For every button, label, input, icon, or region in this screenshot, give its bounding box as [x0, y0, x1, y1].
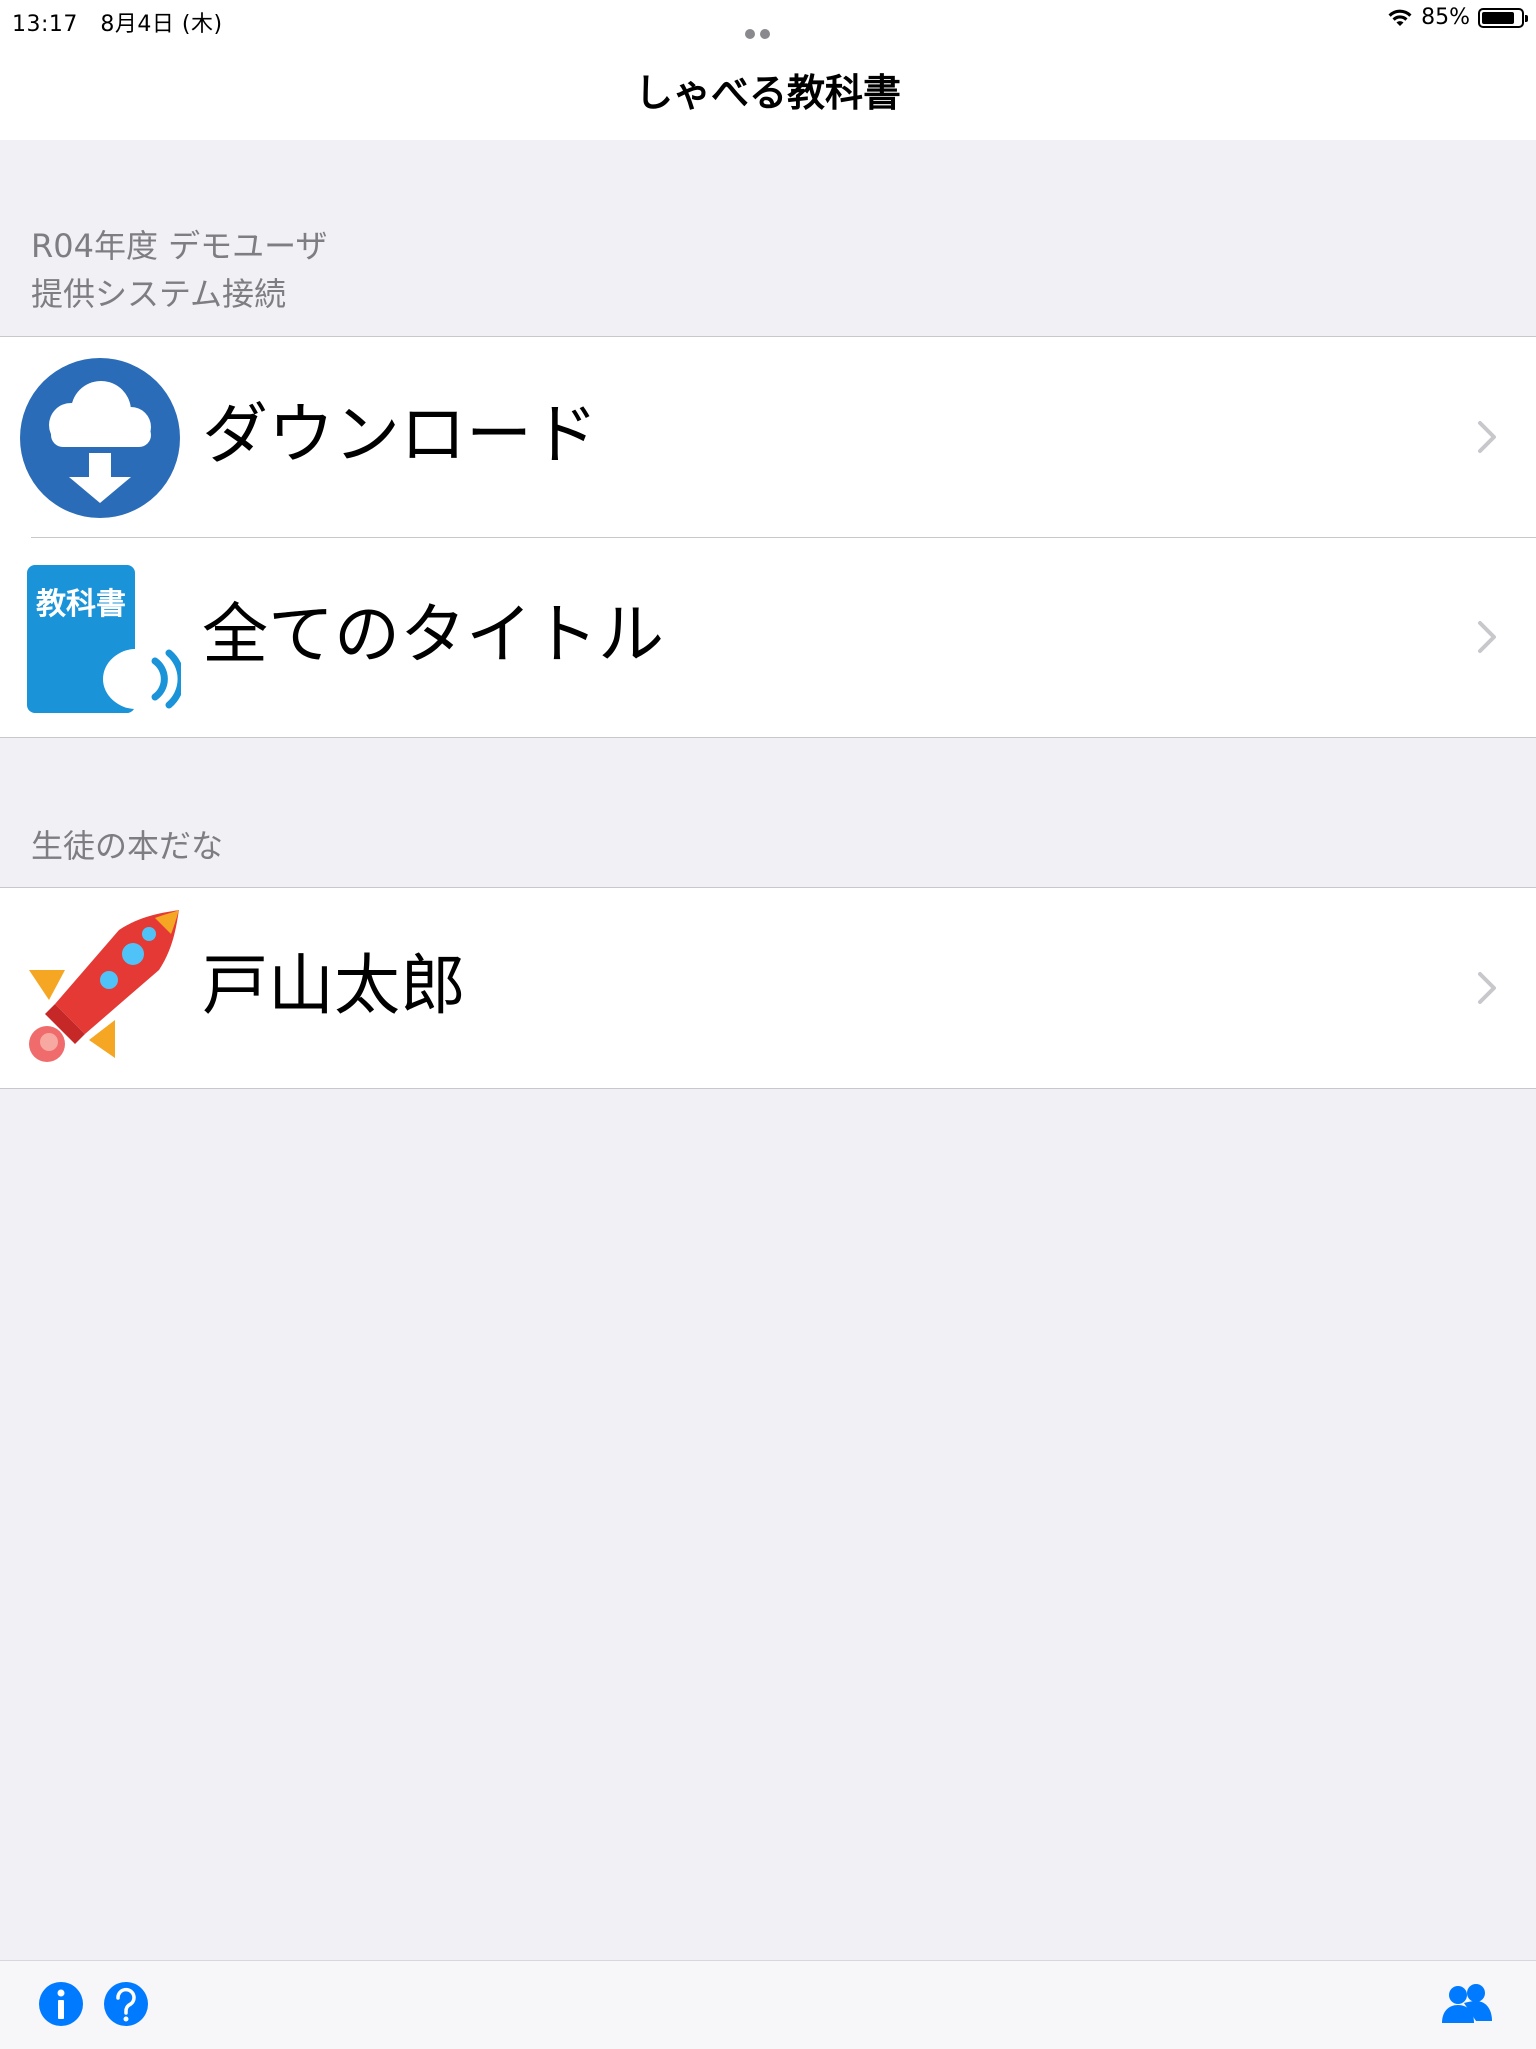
bottom-toolbar [0, 1960, 1536, 2049]
section-group-bookshelf: 戸山太郎 [0, 887, 1536, 1089]
list-item-label: 戸山太郎 [202, 947, 466, 1024]
navigation-bar: しゃべる教科書 [0, 40, 1536, 140]
section-header-line1: 生徒の本だな [31, 827, 224, 865]
wifi-icon [1388, 9, 1412, 26]
status-time-date: 13:17 8月4日 (木) [12, 6, 223, 38]
list-item-student[interactable]: 戸山太郎 [0, 888, 1536, 1088]
info-icon[interactable] [38, 1981, 84, 2027]
list-item-label: 全てのタイトル [202, 596, 664, 673]
page-title: しゃべる教科書 [634, 71, 901, 115]
chevron-right-icon [1478, 621, 1496, 653]
status-date: 8月4日 (木) [100, 12, 223, 37]
status-bar: 13:17 8月4日 (木) 85% [0, 0, 1536, 64]
section-header-bookshelf: 生徒の本だな [31, 822, 223, 870]
section-header-system: R04年度 デモユーザ 提供システム接続 [31, 222, 328, 318]
battery-icon [1478, 7, 1528, 28]
cloud-download-icon [20, 358, 180, 518]
help-icon[interactable] [103, 1981, 149, 2027]
textbook-speaker-icon: 教科書 [19, 557, 181, 719]
status-time: 13:17 [12, 12, 78, 37]
section-header-line1: R04年度 デモユーザ [31, 227, 328, 265]
list-item-label: ダウンロード [202, 396, 598, 473]
section-header-line2: 提供システム接続 [31, 275, 287, 313]
chevron-right-icon [1478, 972, 1496, 1004]
status-right: 85% [1387, 5, 1528, 30]
list-item-all-titles[interactable]: 教科書 全てのタイトル [0, 537, 1536, 737]
users-icon[interactable] [1440, 1981, 1494, 2027]
chevron-right-icon [1478, 421, 1496, 453]
section-group-system: ダウンロード 教科書 全てのタイトル [0, 336, 1536, 738]
rocket-icon [29, 910, 179, 1062]
list-item-download[interactable]: ダウンロード [0, 337, 1536, 537]
battery-percent: 85% [1421, 5, 1470, 30]
multitasking-dots-icon[interactable] [745, 20, 789, 64]
textbook-icon-text: 教科書 [36, 587, 126, 622]
